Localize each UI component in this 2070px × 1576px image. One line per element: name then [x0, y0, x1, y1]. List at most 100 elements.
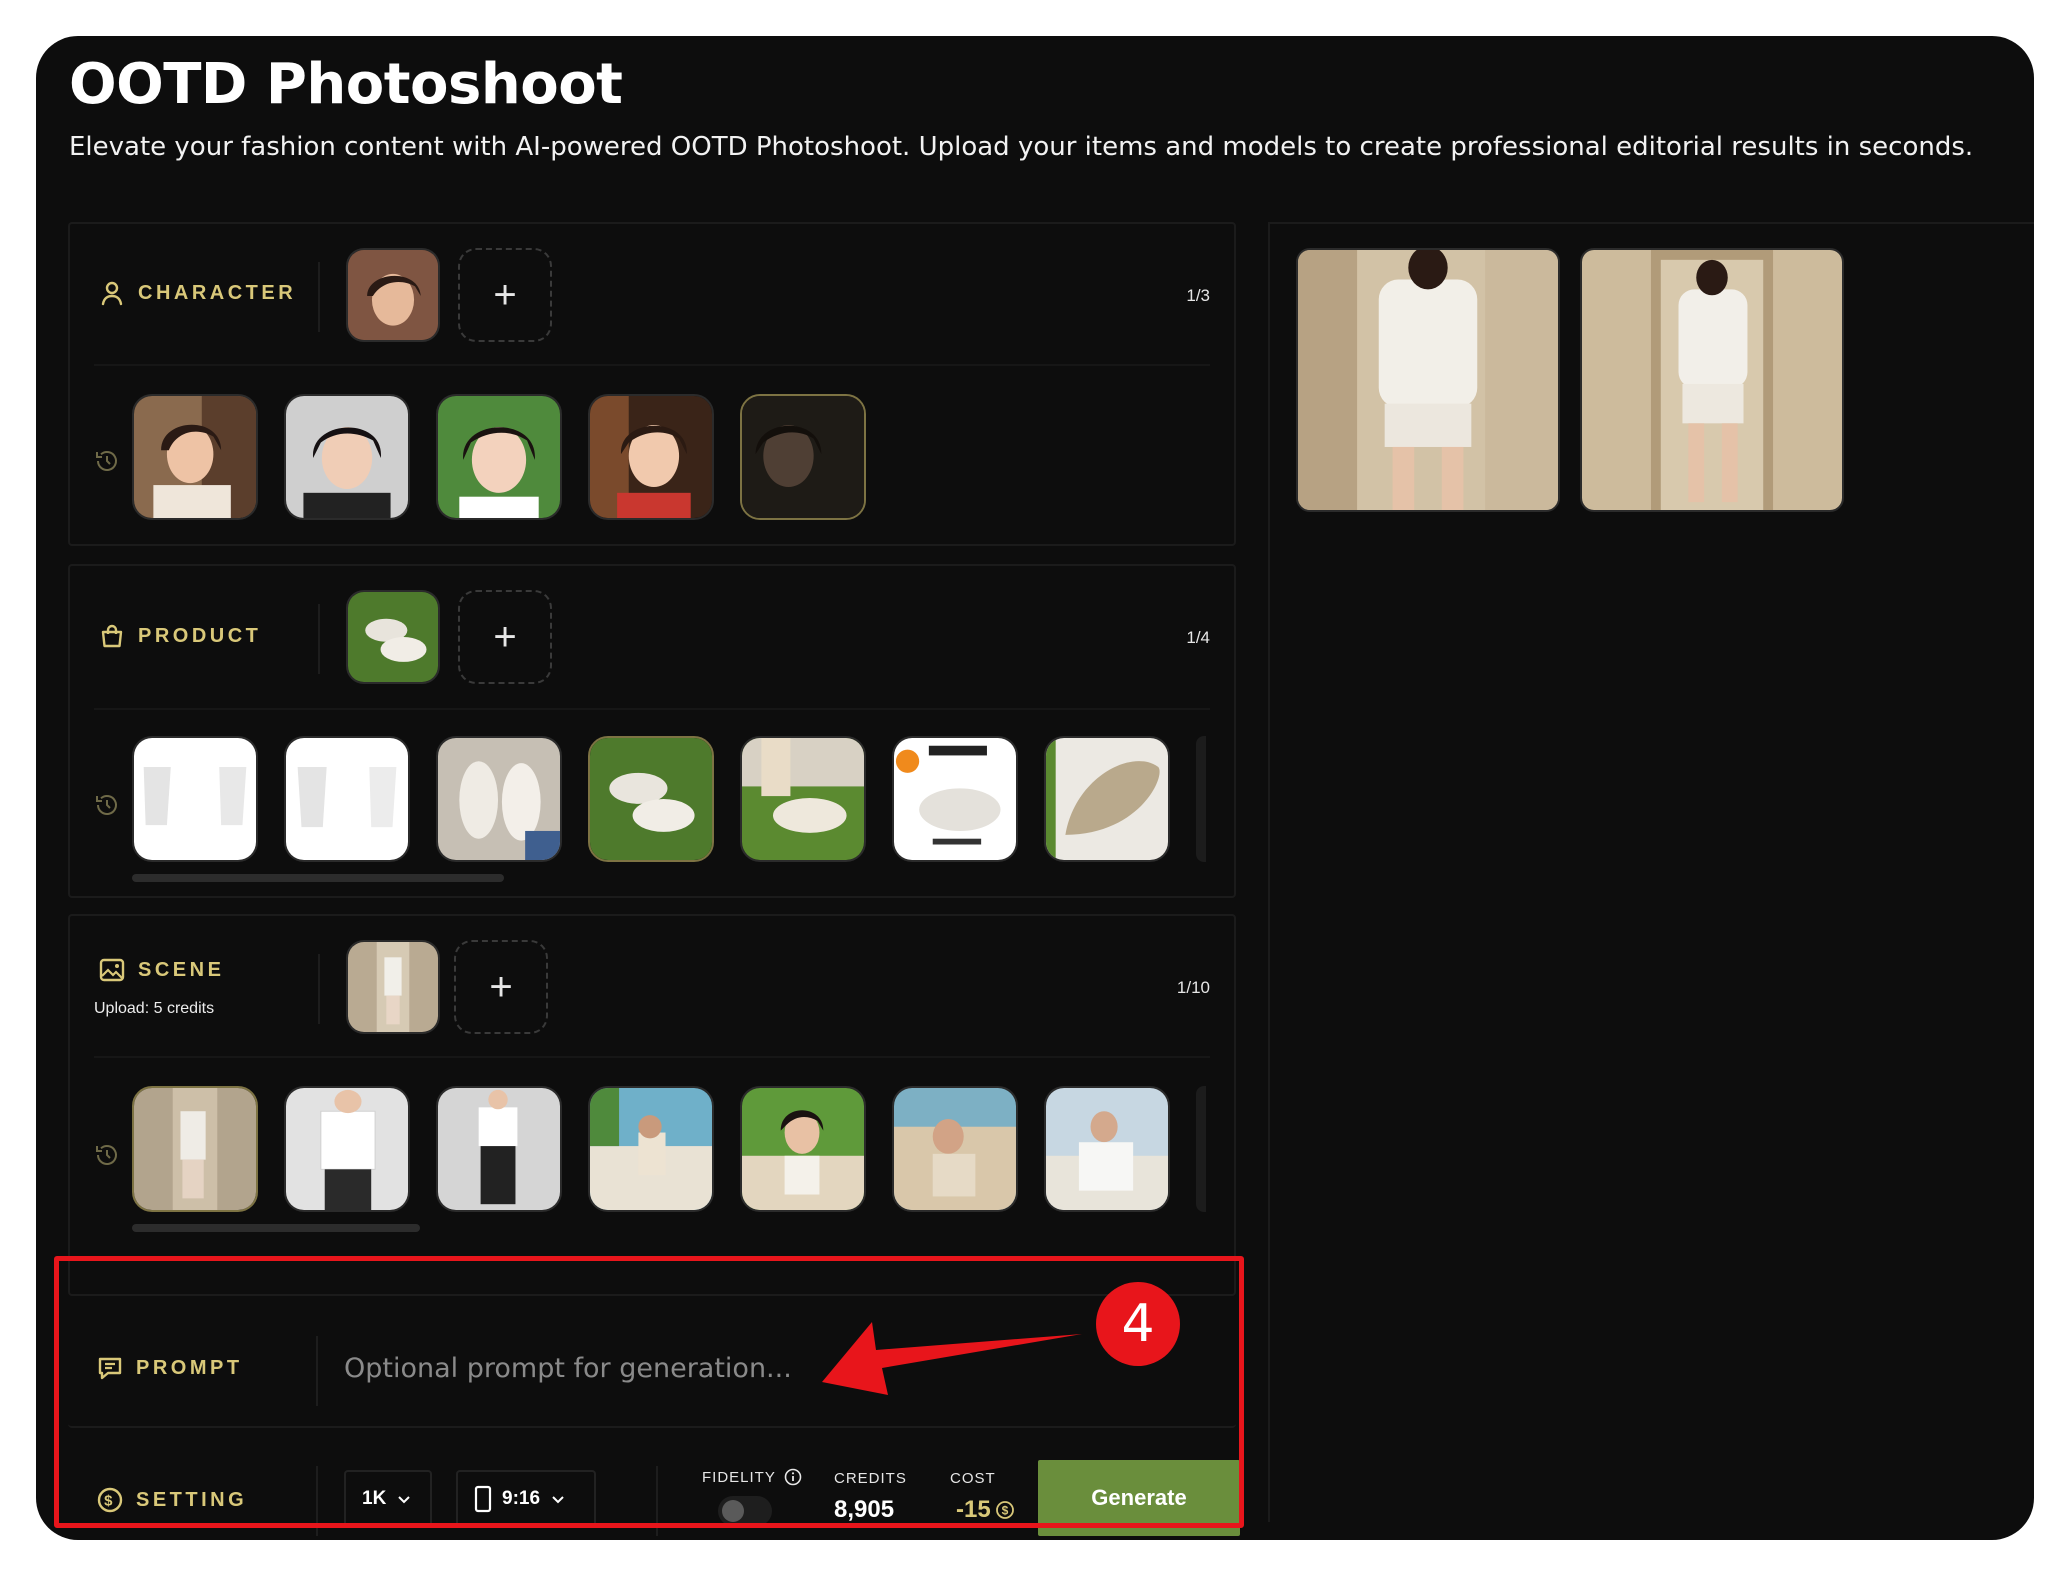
chevron-down-icon: [552, 1496, 564, 1504]
result-image[interactable]: [1296, 248, 1560, 512]
prompt-input[interactable]: [344, 1338, 1124, 1398]
page-subtitle: Elevate your fashion content with AI-pow…: [69, 132, 1974, 162]
product-label: PRODUCT: [138, 624, 262, 647]
scene-label: SCENE: [138, 958, 225, 981]
scene-history-list: [132, 1086, 1206, 1212]
divider: [318, 954, 320, 1024]
more-items-indicator: [1196, 1086, 1206, 1212]
app-window: OOTD Photoshoot Elevate your fashion con…: [36, 36, 2034, 1540]
portrait-frame-icon: [474, 1485, 492, 1513]
product-history-item[interactable]: [132, 736, 258, 862]
page-title: OOTD Photoshoot: [69, 52, 623, 117]
product-history-item[interactable]: [740, 736, 866, 862]
svg-text:$: $: [104, 1493, 116, 1510]
cost-label: COST: [950, 1470, 996, 1487]
image-icon: [99, 958, 125, 982]
scene-history-item[interactable]: [740, 1086, 866, 1212]
scene-history-item[interactable]: [892, 1086, 1018, 1212]
resolution-select[interactable]: 1K: [344, 1470, 432, 1528]
divider: [94, 708, 1210, 710]
person-icon: [101, 281, 123, 306]
toggle-knob: [722, 1500, 744, 1522]
results-pane: [1268, 222, 2034, 1522]
product-photo: [348, 592, 438, 682]
product-history-item-selected[interactable]: [588, 736, 714, 862]
product-panel: PRODUCT + 1/4: [68, 564, 1236, 898]
character-photo: [348, 250, 438, 340]
scene-history-item[interactable]: [1044, 1086, 1170, 1212]
character-history-item[interactable]: [436, 394, 562, 520]
fidelity-label: FIDELITY: [702, 1468, 802, 1486]
scene-history-item[interactable]: [284, 1086, 410, 1212]
svg-text:$: $: [1001, 1504, 1008, 1518]
chevron-down-icon: [398, 1496, 411, 1504]
divider: [316, 1466, 318, 1536]
scene-history-item-selected[interactable]: [132, 1086, 258, 1212]
character-history-item[interactable]: [588, 394, 714, 520]
shopping-bag-icon: [101, 624, 123, 648]
chat-icon: [98, 1357, 122, 1380]
history-icon[interactable]: [94, 792, 120, 818]
character-history-list: [132, 394, 866, 520]
prompt-label: PROMPT: [136, 1356, 243, 1379]
character-panel: CHARACTER + 1/3: [68, 222, 1236, 546]
add-character-button[interactable]: +: [458, 248, 552, 342]
divider: [94, 1056, 1210, 1058]
resolution-value: 1K: [362, 1488, 387, 1509]
product-scrollbar[interactable]: [132, 874, 504, 882]
product-section-label: PRODUCT: [98, 622, 261, 650]
fidelity-toggle[interactable]: [718, 1496, 772, 1526]
cost-value: -15: [956, 1496, 991, 1523]
cost-value-group: -15 $: [956, 1496, 1015, 1524]
more-items-indicator: [1196, 736, 1206, 862]
scene-section-label: SCENE: [98, 956, 224, 984]
add-product-button[interactable]: +: [458, 590, 552, 684]
divider: [94, 364, 1210, 366]
aspect-ratio-select[interactable]: 9:16: [456, 1470, 596, 1528]
character-history-item[interactable]: [132, 394, 258, 520]
fidelity-text: FIDELITY: [702, 1468, 776, 1486]
info-icon[interactable]: [784, 1468, 802, 1486]
prompt-section-label: PROMPT: [96, 1354, 243, 1382]
setting-label: SETTING: [136, 1488, 248, 1511]
product-history-item[interactable]: [1044, 736, 1170, 862]
aspect-ratio-value: 9:16: [502, 1488, 541, 1509]
character-counter: 1/3: [1186, 286, 1210, 305]
scene-scrollbar[interactable]: [132, 1224, 420, 1232]
scene-photo: [348, 942, 438, 1032]
prompt-panel: PROMPT: [68, 1312, 1236, 1428]
credits-label: CREDITS: [834, 1470, 907, 1487]
setting-panel: $ SETTING 1K 9:16 FIDELITY CREDITS 8,905…: [68, 1430, 1240, 1540]
selected-scene-thumbnail[interactable]: [346, 940, 440, 1034]
divider: [318, 604, 320, 674]
add-scene-button[interactable]: +: [454, 940, 548, 1034]
result-image[interactable]: [1580, 248, 1844, 512]
history-icon[interactable]: [94, 448, 120, 474]
step-number-badge: 4: [1096, 1282, 1180, 1366]
divider: [656, 1466, 658, 1536]
character-label: CHARACTER: [138, 281, 297, 304]
scene-panel: SCENE Upload: 5 credits + 1/10: [68, 914, 1236, 1296]
setting-section-label: $ SETTING: [96, 1486, 247, 1514]
history-icon[interactable]: [94, 1142, 120, 1168]
character-history-item-selected[interactable]: [740, 394, 866, 520]
product-history-item[interactable]: [436, 736, 562, 862]
product-history-item[interactable]: [892, 736, 1018, 862]
divider: [318, 262, 320, 332]
generate-button[interactable]: Generate: [1038, 1460, 1240, 1536]
product-history-list: [132, 736, 1206, 862]
scene-history-item[interactable]: [588, 1086, 714, 1212]
selected-character-thumbnail[interactable]: [346, 248, 440, 342]
selected-product-thumbnail[interactable]: [346, 590, 440, 684]
scene-history-item[interactable]: [436, 1086, 562, 1212]
dollar-coin-icon: $: [995, 1501, 1014, 1519]
character-section-label: CHARACTER: [98, 279, 296, 307]
credits-value: 8,905: [834, 1496, 895, 1523]
scene-counter: 1/10: [1176, 978, 1210, 997]
dollar-coin-icon: $: [97, 1487, 123, 1513]
scene-upload-note: Upload: 5 credits: [94, 1000, 215, 1017]
character-history-item[interactable]: [284, 394, 410, 520]
product-history-item[interactable]: [284, 736, 410, 862]
product-counter: 1/4: [1186, 628, 1210, 647]
divider: [316, 1336, 318, 1406]
